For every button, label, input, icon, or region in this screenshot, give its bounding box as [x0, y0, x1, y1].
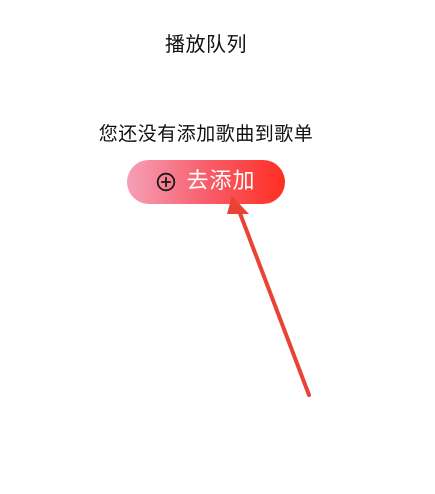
add-songs-button[interactable]: 去添加 [127, 160, 285, 204]
plus-circle-icon [156, 172, 176, 192]
annotation-arrow-shaft [236, 206, 311, 397]
empty-state-message: 您还没有添加歌曲到歌单 [98, 123, 314, 145]
page-title: 播放队列 [165, 32, 247, 56]
add-button-label: 去添加 [186, 169, 256, 194]
annotation-arrow [227, 196, 311, 397]
